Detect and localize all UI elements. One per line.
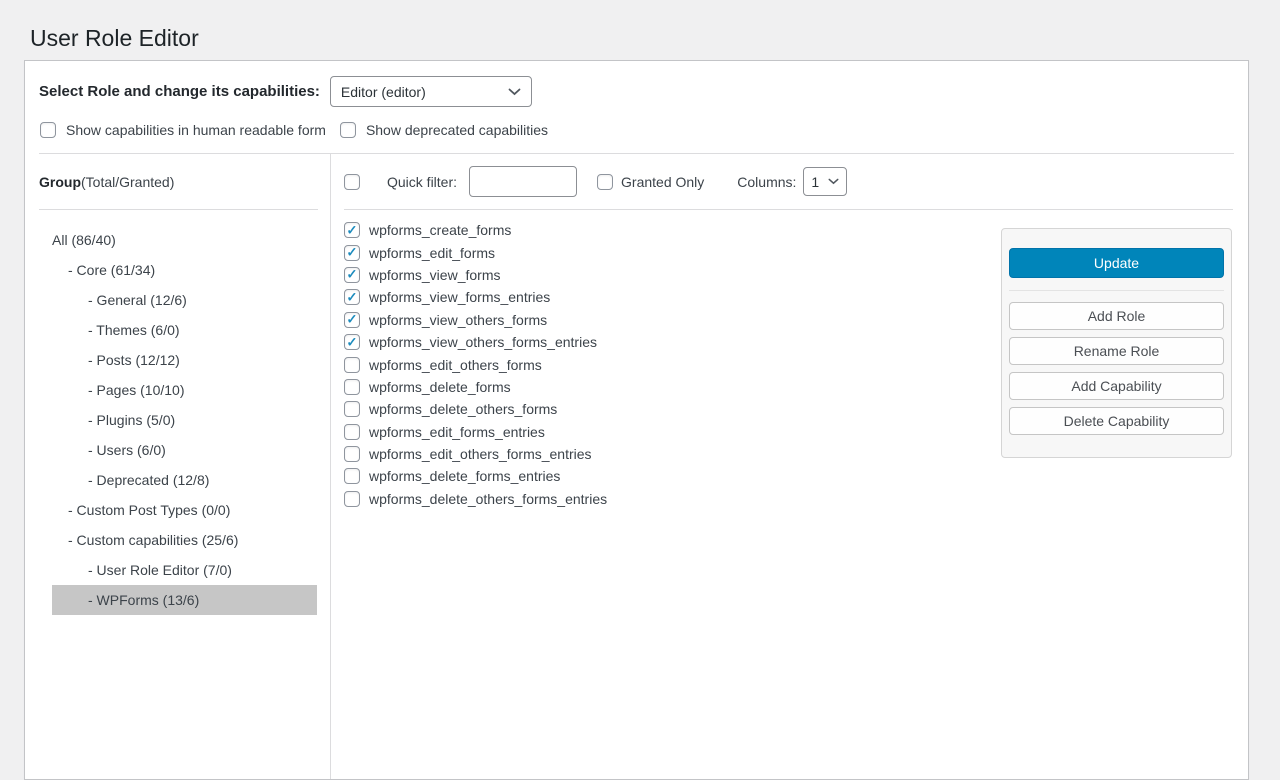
rename-role-button[interactable]: Rename Role: [1009, 337, 1224, 365]
capability-label: wpforms_create_forms: [369, 222, 511, 238]
tree-item-custom-capabilities[interactable]: - Custom capabilities (25/6): [52, 525, 317, 555]
show-deprecated-checkbox[interactable]: [340, 122, 356, 138]
human-readable-label: Show capabilities in human readable form: [66, 122, 326, 138]
groups-header-title: Group: [39, 174, 81, 190]
capability-label: wpforms_delete_forms_entries: [369, 468, 560, 484]
capability-label: wpforms_edit_others_forms_entries: [369, 446, 592, 462]
groups-column: Group (Total/Granted) All (86/40) - Core…: [25, 154, 331, 779]
capability-label: wpforms_view_others_forms_entries: [369, 334, 597, 350]
filter-toolbar: Quick filter: Granted Only Columns: 1: [331, 154, 1248, 209]
display-options-row: Show capabilities in human readable form…: [25, 107, 1248, 153]
quick-filter-input[interactable]: [469, 166, 577, 197]
capability-checkbox[interactable]: [344, 267, 360, 283]
tree-item-user-role-editor[interactable]: - User Role Editor (7/0): [52, 555, 317, 585]
capability-label: wpforms_delete_others_forms: [369, 401, 557, 417]
capability-checkbox[interactable]: [344, 334, 360, 350]
capability-checkbox[interactable]: [344, 491, 360, 507]
actions-panel: Update Add Role Rename Role Add Capabili…: [1001, 228, 1232, 458]
tree-item-all[interactable]: All (86/40): [52, 225, 317, 255]
tree-item-themes[interactable]: - Themes (6/0): [52, 315, 317, 345]
granted-only-checkbox[interactable]: [597, 174, 613, 190]
capability-row: wpforms_delete_others_forms_entries: [344, 488, 1248, 510]
add-role-button[interactable]: Add Role: [1009, 302, 1224, 330]
capability-checkbox[interactable]: [344, 245, 360, 261]
capability-checkbox[interactable]: [344, 468, 360, 484]
groups-tree: All (86/40) - Core (61/34) - General (12…: [25, 210, 330, 615]
tree-item-pages[interactable]: - Pages (10/10): [52, 375, 317, 405]
content-columns: Group (Total/Granted) All (86/40) - Core…: [25, 154, 1248, 779]
capability-checkbox[interactable]: [344, 312, 360, 328]
tree-item-plugins[interactable]: - Plugins (5/0): [52, 405, 317, 435]
capability-label: wpforms_view_forms: [369, 267, 500, 283]
add-capability-button[interactable]: Add Capability: [1009, 372, 1224, 400]
chevron-down-icon: [828, 178, 839, 185]
capability-label: wpforms_edit_forms_entries: [369, 424, 545, 440]
role-selector-label: Select Role and change its capabilities:: [39, 83, 320, 100]
update-button[interactable]: Update: [1009, 248, 1224, 278]
main-panel: Select Role and change its capabilities:…: [24, 60, 1249, 780]
capability-row: wpforms_delete_forms_entries: [344, 465, 1248, 487]
capability-label: wpforms_delete_forms: [369, 379, 511, 395]
groups-header: Group (Total/Granted): [25, 154, 330, 209]
capabilities-body: wpforms_create_forms wpforms_edit_forms …: [331, 210, 1248, 779]
capability-checkbox[interactable]: [344, 357, 360, 373]
capability-checkbox[interactable]: [344, 446, 360, 462]
capability-checkbox[interactable]: [344, 401, 360, 417]
chevron-down-icon: [508, 88, 521, 96]
capability-checkbox[interactable]: [344, 222, 360, 238]
tree-item-deprecated[interactable]: - Deprecated (12/8): [52, 465, 317, 495]
tree-item-custom-post-types[interactable]: - Custom Post Types (0/0): [52, 495, 317, 525]
role-select-value: Editor (editor): [341, 84, 426, 100]
show-deprecated-label: Show deprecated capabilities: [366, 122, 548, 138]
role-selector-row: Select Role and change its capabilities:…: [25, 61, 1248, 107]
tree-item-wpforms[interactable]: - WPForms (13/6): [52, 585, 317, 615]
capability-label: wpforms_edit_forms: [369, 245, 495, 261]
columns-select-value: 1: [811, 174, 819, 190]
capability-checkbox[interactable]: [344, 424, 360, 440]
capability-label: wpforms_view_others_forms: [369, 312, 547, 328]
delete-capability-button[interactable]: Delete Capability: [1009, 407, 1224, 435]
columns-select[interactable]: 1: [803, 167, 847, 196]
tree-item-general[interactable]: - General (12/6): [52, 285, 317, 315]
capability-label: wpforms_edit_others_forms: [369, 357, 542, 373]
human-readable-checkbox[interactable]: [40, 122, 56, 138]
capability-label: wpforms_delete_others_forms_entries: [369, 491, 607, 507]
actions-separator: [1009, 290, 1224, 291]
capabilities-column: Quick filter: Granted Only Columns: 1 wp…: [331, 154, 1248, 779]
page-title: User Role Editor: [0, 0, 1280, 54]
capability-checkbox[interactable]: [344, 289, 360, 305]
columns-label: Columns:: [737, 174, 796, 190]
role-select[interactable]: Editor (editor): [330, 76, 532, 107]
tree-item-posts[interactable]: - Posts (12/12): [52, 345, 317, 375]
capability-label: wpforms_view_forms_entries: [369, 289, 550, 305]
granted-only-label: Granted Only: [621, 174, 704, 190]
capability-checkbox[interactable]: [344, 379, 360, 395]
select-all-checkbox[interactable]: [344, 174, 360, 190]
groups-header-suffix: (Total/Granted): [81, 174, 174, 190]
tree-item-core[interactable]: - Core (61/34): [52, 255, 317, 285]
tree-item-users[interactable]: - Users (6/0): [52, 435, 317, 465]
quick-filter-label: Quick filter:: [387, 174, 457, 190]
